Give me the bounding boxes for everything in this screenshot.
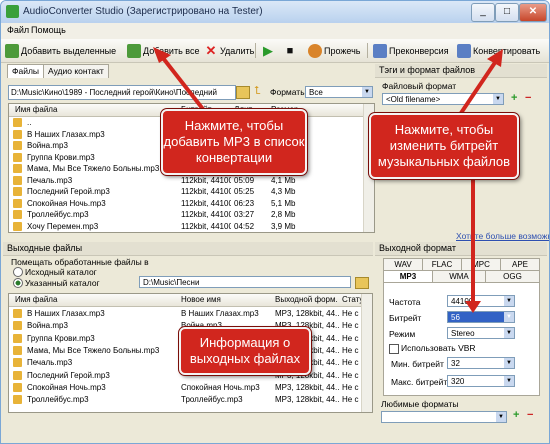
arrow-add-head [153, 47, 171, 63]
callout-arrows [153, 47, 503, 313]
callout-output-info: Информация о выходных файлах [179, 327, 311, 375]
app-window: AudioConverter Studio (Зарегистрировано … [0, 0, 550, 444]
arrow-add [161, 56, 208, 115]
callout-bitrate: Нажмите, чтобы изменить битрейт музыкаль… [369, 113, 519, 179]
arrow-bitrate-head [465, 301, 481, 313]
callout-add-mp3: Нажмите, чтобы добавить MP3 в список кон… [161, 109, 307, 175]
arrow-convert [459, 59, 498, 115]
